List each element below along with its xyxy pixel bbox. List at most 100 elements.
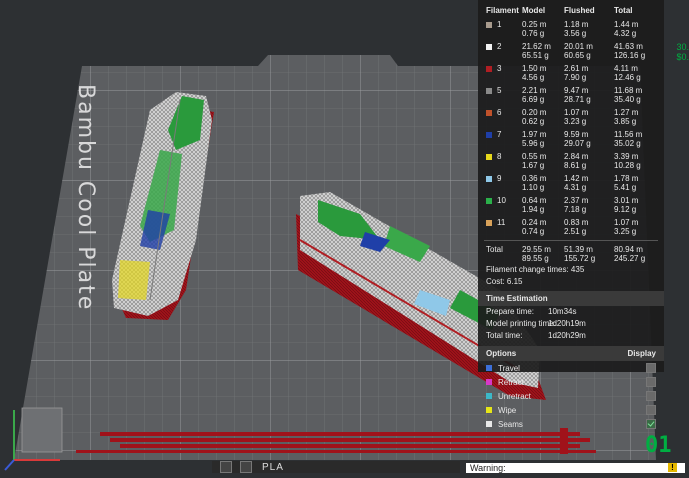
flushed-wt: 29.07 g: [564, 139, 591, 148]
total-len: 1.27 m: [614, 108, 639, 117]
option-unretract[interactable]: Unretract: [478, 389, 664, 403]
model-len: 0.25 m: [522, 20, 547, 29]
model-len: 0.36 m: [522, 174, 547, 183]
total-total-wt: 245.27 g: [614, 254, 646, 263]
model-wt: 65.51 g: [522, 51, 549, 60]
option-label-wrap: Retract: [486, 378, 524, 387]
plate-number[interactable]: 01: [645, 433, 672, 458]
filament-row: 7 1.97 m 5.96 g 9.59 m 29.07 g 11.56 m 35.02 g: [478, 128, 664, 150]
slice-stats-panel: Filament Model Flushed Total 1 0.25 m 0.76…: [478, 0, 664, 429]
flushed-len: 1.18 m: [564, 20, 589, 29]
total-wt: 12.46 g: [614, 73, 641, 82]
option-retract[interactable]: Retract: [478, 375, 664, 389]
option-wipe[interactable]: Wipe: [478, 403, 664, 417]
total-flushed: 51.39 m 155.72 g: [564, 245, 614, 263]
total-wt: 35.40 g: [614, 95, 641, 104]
option-swatch: [486, 365, 492, 371]
total-model-len: 29.55 m: [522, 245, 551, 254]
total-wt: 3.85 g: [614, 117, 637, 126]
filament-row: 10 0.64 m 1.94 g 2.37 m 7.18 g 3.01 m 9.12 g: [478, 194, 664, 216]
filament-row: 6 0.20 m 0.62 g 1.07 m 3.23 g 1.27 m 3.85 g: [478, 106, 664, 128]
flushed-cell: 2.61 m 7.90 g: [564, 64, 614, 82]
flushed-cell: 1.18 m 3.56 g: [564, 20, 614, 38]
grid-icon[interactable]: [220, 461, 232, 473]
model-wt: 0.76 g: [522, 29, 545, 38]
time-estimation-title: Time Estimation: [478, 291, 664, 306]
flushed-len: 9.59 m: [564, 130, 589, 139]
side-value: $0.: [676, 52, 689, 62]
flushed-wt: 2.51 g: [564, 227, 587, 236]
model-wt: 0.62 g: [522, 117, 545, 126]
total-flushed-len: 51.39 m: [564, 245, 593, 254]
cost: Cost: 6.15: [486, 277, 523, 286]
flushed-wt: 4.31 g: [564, 183, 587, 192]
total-len: 4.11 m: [614, 64, 638, 73]
flushed-len: 2.61 m: [564, 64, 589, 73]
filament-id: 9: [497, 174, 502, 183]
time-value: 10m34s: [548, 307, 577, 316]
side-value: 30.: [676, 42, 689, 52]
filament-row: 9 0.36 m 1.10 g 1.42 m 4.31 g 1.78 m 5.41 g: [478, 172, 664, 194]
filament-change-times: Filament change times: 435: [486, 265, 585, 274]
flushed-len: 2.37 m: [564, 196, 589, 205]
filament-id: 10: [497, 196, 506, 205]
plate-toolbar: PLA: [212, 461, 460, 473]
total-len: 1.44 m: [614, 20, 639, 29]
model-cell: 0.64 m 1.94 g: [522, 196, 564, 214]
total-total: 80.94 m 245.27 g: [614, 245, 662, 263]
option-label: Wipe: [498, 405, 517, 415]
flushed-len: 1.42 m: [564, 174, 589, 183]
flushed-wt: 3.23 g: [564, 117, 587, 126]
filament-row: 2 21.62 m 65.51 g 20.01 m 60.65 g 41.63 m 126.…: [478, 40, 664, 62]
option-swatch: [486, 393, 492, 399]
option-travel[interactable]: Travel: [478, 361, 664, 375]
model-cell: 1.50 m 4.56 g: [522, 64, 564, 82]
time-row: Prepare time: 10m34s: [478, 306, 664, 318]
time-rows: Prepare time: 10m34s Model printing time:…: [478, 306, 664, 342]
flushed-cell: 2.84 m 8.61 g: [564, 152, 614, 170]
time-label: Model printing time:: [486, 319, 556, 328]
total-len: 1.07 m: [614, 218, 639, 227]
filament-id-cell: 2: [486, 42, 522, 60]
total-cell: 11.68 m 35.40 g: [614, 86, 662, 104]
filament-table-header: Filament Model Flushed Total: [478, 0, 664, 18]
display-checkbox[interactable]: [646, 377, 656, 387]
warning-label: Warning:: [470, 463, 506, 473]
flushed-wt: 8.61 g: [564, 161, 587, 170]
option-rows: Travel Retract Unretract Wipe Seams: [478, 361, 664, 431]
total-cell: 3.01 m 9.12 g: [614, 196, 662, 214]
total-wt: 3.25 g: [614, 227, 637, 236]
filament-id: 7: [497, 130, 502, 139]
total-cell: 3.39 m 10.28 g: [614, 152, 662, 170]
plate-name: Bambu Cool Plate: [73, 84, 98, 312]
time-value: 1d20h29m: [548, 331, 586, 340]
flushed-cell: 20.01 m 60.65 g: [564, 42, 614, 60]
model-cell: 21.62 m 65.51 g: [522, 42, 564, 60]
flushed-wt: 60.65 g: [564, 51, 591, 60]
filament-id: 6: [497, 108, 502, 117]
display-checkbox[interactable]: [646, 419, 656, 429]
total-wt: 126.16 g: [614, 51, 646, 60]
warning-icon: !: [668, 463, 677, 472]
total-cell: 1.78 m 5.41 g: [614, 174, 662, 192]
option-seams[interactable]: Seams: [478, 417, 664, 431]
option-label-wrap: Wipe: [486, 406, 516, 415]
filament-swatch: [486, 87, 492, 94]
total-model: 29.55 m 89.55 g: [522, 245, 564, 263]
flushed-wt: 3.56 g: [564, 29, 587, 38]
model-len: 0.24 m: [522, 218, 547, 227]
total-cell: 1.07 m 3.25 g: [614, 218, 662, 236]
option-label: Travel: [498, 363, 520, 373]
total-total-len: 80.94 m: [614, 245, 643, 254]
total-model-wt: 89.55 g: [522, 254, 549, 263]
total-wt: 10.28 g: [614, 161, 641, 170]
display-checkbox[interactable]: [646, 391, 656, 401]
total-len: 11.68 m: [614, 86, 643, 95]
model-wt: 6.69 g: [522, 95, 545, 104]
filament-total-row: Total 29.55 m 89.55 g 51.39 m 155.72 g 80.…: [478, 243, 664, 263]
option-label: Unretract: [498, 391, 531, 401]
filament-swatch: [486, 109, 492, 116]
display-checkbox[interactable]: [646, 405, 656, 415]
display-checkbox[interactable]: [646, 363, 656, 373]
arrange-icon[interactable]: [240, 461, 252, 473]
